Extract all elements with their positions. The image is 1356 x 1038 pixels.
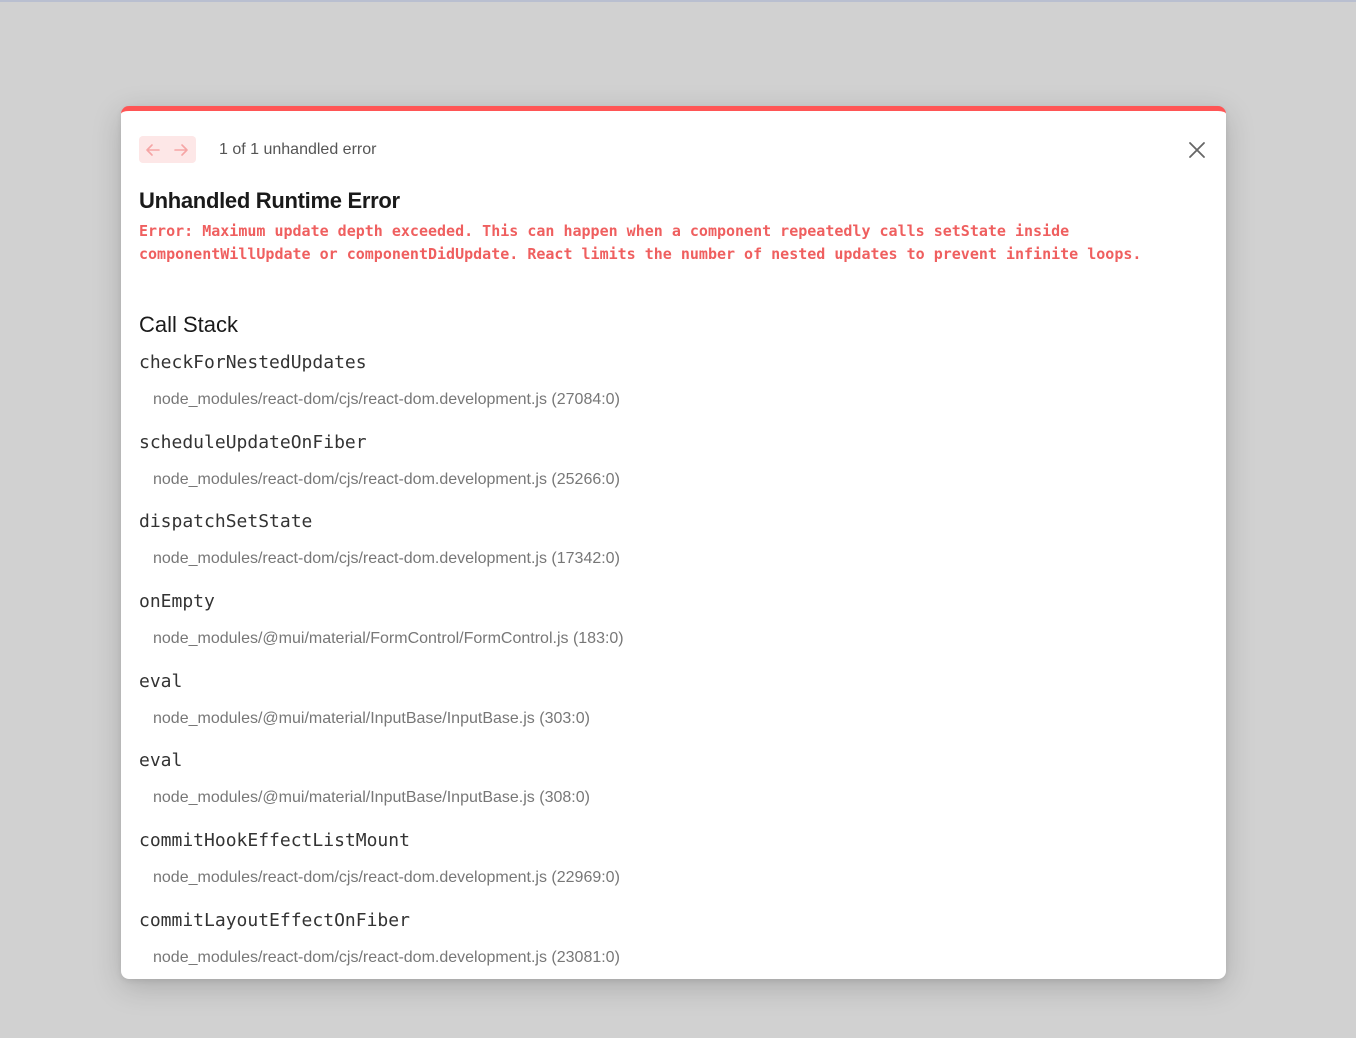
stack-frame[interactable]: checkForNestedUpdates node_modules/react…: [139, 347, 1199, 427]
stack-frame[interactable]: eval node_modules/@mui/material/InputBas…: [139, 745, 1199, 825]
arrow-left-icon: [146, 143, 160, 156]
error-overlay-dialog: 1 of 1 unhandled error Unhandled Runtime…: [121, 106, 1226, 979]
stack-frame[interactable]: commitHookEffectListMount node_modules/r…: [139, 825, 1199, 905]
arrow-right-icon: [174, 143, 188, 156]
stack-frame-file[interactable]: node_modules/@mui/material/FormControl/F…: [139, 629, 1199, 649]
error-message: Error: Maximum update depth exceeded. Th…: [139, 222, 1142, 263]
top-border-line: [0, 0, 1356, 2]
stack-frame-function: commitLayoutEffectOnFiber: [139, 909, 410, 931]
call-stack-title: Call Stack: [139, 312, 239, 337]
stack-frame-function: commitHookEffectListMount: [139, 830, 410, 852]
close-button[interactable]: [1186, 139, 1208, 161]
stack-frame[interactable]: scheduleUpdateOnFiber node_modules/react…: [139, 427, 1199, 507]
stack-frame[interactable]: dispatchSetState node_modules/react-dom/…: [139, 506, 1199, 586]
stack-frame-function: eval: [139, 670, 183, 692]
stack-frame-file[interactable]: node_modules/@mui/material/InputBase/Inp…: [139, 709, 1199, 729]
error-count-label: 1 of 1 unhandled error: [219, 141, 377, 158]
close-icon: [1189, 142, 1205, 158]
error-title: Unhandled Runtime Error: [139, 188, 400, 213]
error-pagination: [139, 136, 196, 163]
stack-frame[interactable]: eval node_modules/@mui/material/InputBas…: [139, 666, 1199, 746]
stack-frame-file[interactable]: node_modules/react-dom/cjs/react-dom.dev…: [139, 470, 1199, 490]
stack-frame-file[interactable]: node_modules/react-dom/cjs/react-dom.dev…: [139, 948, 1199, 968]
stack-frame-function: onEmpty: [139, 591, 215, 613]
previous-error-button[interactable]: [139, 136, 167, 163]
call-stack-list: checkForNestedUpdates node_modules/react…: [139, 347, 1199, 979]
dialog-header: 1 of 1 unhandled error: [139, 131, 1208, 165]
stack-frame-function: checkForNestedUpdates: [139, 352, 367, 373]
stack-frame[interactable]: onEmpty node_modules/@mui/material/FormC…: [139, 586, 1199, 666]
stack-frame-file[interactable]: node_modules/@mui/material/InputBase/Inp…: [139, 788, 1199, 808]
stack-frame-function: scheduleUpdateOnFiber: [139, 431, 367, 453]
stack-frame-file[interactable]: node_modules/react-dom/cjs/react-dom.dev…: [139, 868, 1199, 888]
stack-frame-file[interactable]: node_modules/react-dom/cjs/react-dom.dev…: [139, 390, 1199, 410]
stack-frame-function: eval: [139, 750, 183, 772]
stack-frame[interactable]: commitLayoutEffectOnFiber node_modules/r…: [139, 905, 1199, 979]
stack-frame-function: dispatchSetState: [139, 511, 313, 533]
next-error-button[interactable]: [167, 136, 195, 163]
stack-frame-file[interactable]: node_modules/react-dom/cjs/react-dom.dev…: [139, 549, 1199, 569]
